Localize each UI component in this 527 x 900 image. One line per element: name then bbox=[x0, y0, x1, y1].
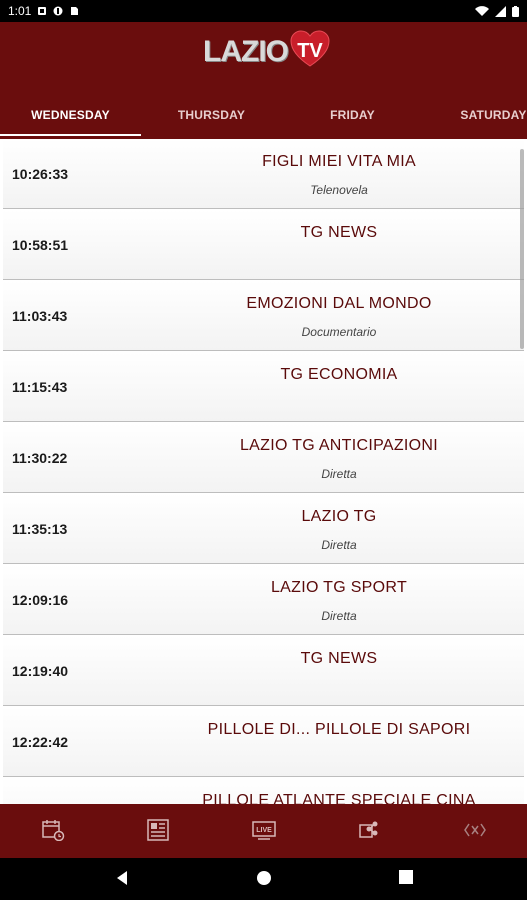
status-left: 1:01 bbox=[8, 4, 79, 18]
sd-card-icon bbox=[71, 7, 79, 15]
schedule-row[interactable]: 11:15:43 TG ECONOMIA bbox=[3, 352, 524, 422]
nav-share[interactable] bbox=[349, 812, 389, 848]
schedule-list[interactable]: 10:26:33 FIGLI MIEI VITA MIA Telenovela … bbox=[3, 139, 524, 804]
lazio-tv-logo: LAZIO TV bbox=[203, 28, 330, 76]
tab-thursday[interactable]: THURSDAY bbox=[141, 91, 282, 139]
row-time: 11:03:43 bbox=[12, 308, 68, 324]
app-header: LAZIO TV WEDNESDAY THURSDAY FRIDAY SATUR… bbox=[0, 22, 527, 139]
row-time: 10:58:51 bbox=[12, 237, 69, 253]
code-icon bbox=[464, 823, 486, 837]
schedule-row[interactable]: 12:19:40 TG NEWS bbox=[3, 636, 524, 706]
row-time: 10:26:33 bbox=[12, 166, 69, 182]
row-genre: Diretta bbox=[321, 538, 357, 552]
system-navigation-bar bbox=[0, 858, 527, 900]
home-icon[interactable] bbox=[256, 870, 272, 886]
schedule-row[interactable]: 10:26:33 FIGLI MIEI VITA MIA Telenovela bbox=[3, 139, 524, 209]
row-title: LAZIO TG SPORT bbox=[270, 579, 408, 596]
row-title: PILLOLE ATLANTE SPECIALE CINA bbox=[202, 792, 476, 804]
bottom-navigation: LIVE bbox=[0, 804, 527, 858]
live-tv-icon: LIVE bbox=[252, 821, 276, 840]
pinterest-icon bbox=[53, 6, 63, 16]
schedule-row[interactable]: PILLOLE ATLANTE SPECIALE CINA bbox=[3, 778, 524, 804]
logo-badge-text: TV bbox=[297, 40, 323, 62]
wifi-icon bbox=[475, 5, 489, 16]
schedule-icon bbox=[42, 820, 65, 841]
row-time: 12:09:16 bbox=[12, 592, 69, 608]
tab-friday[interactable]: FRIDAY bbox=[282, 91, 423, 139]
row-genre: Diretta bbox=[321, 609, 357, 623]
schedule-row[interactable]: 12:09:16 LAZIO TG SPORT Diretta bbox=[3, 565, 524, 635]
schedule-row[interactable]: 11:35:13 LAZIO TG Diretta bbox=[3, 494, 524, 564]
status-bar: 1:01 bbox=[0, 0, 527, 22]
row-title: TG NEWS bbox=[300, 224, 378, 241]
status-time: 1:01 bbox=[8, 4, 32, 18]
tab-wednesday[interactable]: WEDNESDAY bbox=[0, 91, 141, 139]
nav-news[interactable] bbox=[138, 812, 178, 848]
tab-label: WEDNESDAY bbox=[31, 108, 110, 122]
svg-text:LIVE: LIVE bbox=[256, 827, 272, 834]
row-time: 11:30:22 bbox=[12, 450, 68, 466]
nav-schedule[interactable] bbox=[33, 812, 73, 848]
row-time: 12:19:40 bbox=[12, 663, 69, 679]
tab-label: FRIDAY bbox=[330, 108, 375, 122]
battery-icon bbox=[512, 5, 519, 17]
news-icon bbox=[147, 819, 169, 841]
tab-label: THURSDAY bbox=[177, 108, 246, 122]
row-title: TG NEWS bbox=[300, 650, 378, 667]
logo-heart-badge: TV bbox=[290, 30, 330, 68]
row-title: EMOZIONI DAL MONDO bbox=[246, 295, 432, 312]
tab-label: SATURDAY bbox=[460, 108, 527, 122]
day-tabs: WEDNESDAY THURSDAY FRIDAY SATURDAY bbox=[0, 91, 527, 139]
row-genre: Documentario bbox=[301, 325, 377, 339]
row-title: TG ECONOMIA bbox=[280, 366, 398, 383]
tab-active-indicator bbox=[0, 134, 141, 136]
row-title: PILLOLE DI... PILLOLE DI SAPORI bbox=[207, 721, 471, 738]
share-icon bbox=[359, 821, 378, 838]
row-time: 12:22:42 bbox=[12, 734, 69, 750]
signal-icon bbox=[495, 5, 506, 17]
schedule-row[interactable]: 11:03:43 EMOZIONI DAL MONDO Documentario bbox=[3, 281, 524, 351]
schedule-row[interactable]: 11:30:22 LAZIO TG ANTICIPAZIONI Diretta bbox=[3, 423, 524, 493]
row-title: FIGLI MIEI VITA MIA bbox=[262, 153, 416, 170]
notification-icon bbox=[38, 7, 47, 15]
row-title: LAZIO TG ANTICIPAZIONI bbox=[239, 437, 439, 454]
schedule-row[interactable]: 10:58:51 TG NEWS bbox=[3, 210, 524, 280]
row-genre: Diretta bbox=[321, 467, 357, 481]
nav-code[interactable] bbox=[455, 812, 495, 848]
row-genre: Telenovela bbox=[310, 183, 368, 197]
back-icon[interactable] bbox=[115, 870, 129, 886]
logo-text: LAZIO bbox=[203, 35, 289, 68]
scrollbar[interactable] bbox=[520, 149, 524, 349]
row-time: 11:15:43 bbox=[12, 379, 68, 395]
nav-live-tv[interactable]: LIVE bbox=[244, 812, 284, 848]
schedule-row[interactable]: 12:22:42 PILLOLE DI... PILLOLE DI SAPORI bbox=[3, 707, 524, 777]
recents-icon[interactable] bbox=[399, 870, 413, 884]
row-title: LAZIO TG bbox=[301, 508, 377, 525]
tab-saturday[interactable]: SATURDAY bbox=[423, 91, 527, 139]
status-right bbox=[475, 5, 519, 17]
row-time: 11:35:13 bbox=[12, 521, 68, 537]
